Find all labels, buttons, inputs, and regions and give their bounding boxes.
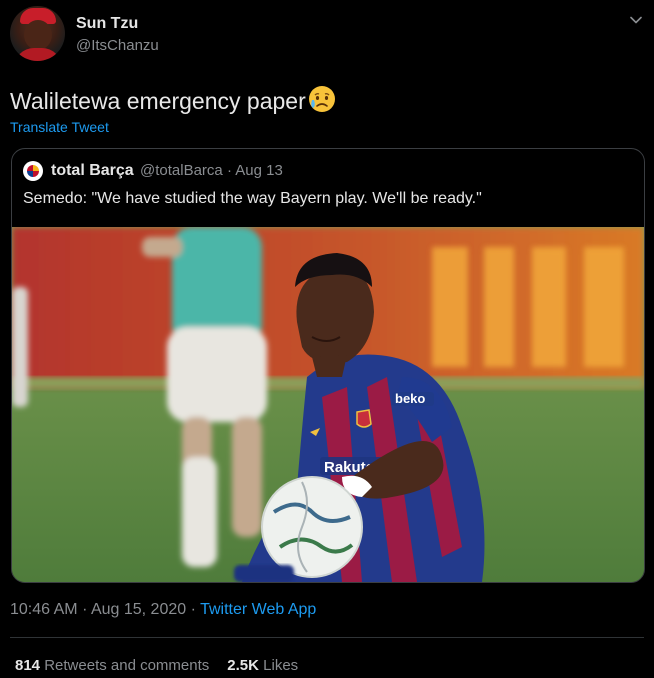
quoted-separator: · — [226, 162, 232, 179]
author-display-name[interactable]: Sun Tzu — [76, 15, 138, 33]
quoted-tweet-photo[interactable]: beko Rakute — [12, 227, 644, 582]
likes-count: 2.5K — [227, 657, 259, 674]
chevron-down-icon[interactable] — [630, 14, 642, 26]
quoted-date[interactable]: Aug 13 — [235, 162, 283, 179]
retweets-label: Retweets and comments — [44, 657, 210, 674]
tweet-source-app[interactable]: Twitter Web App — [200, 601, 316, 618]
total-barca-logo-icon[interactable] — [23, 161, 43, 181]
sad-but-relieved-face-emoji-icon — [308, 86, 335, 112]
avatar[interactable] — [10, 6, 65, 61]
quoted-tweet-text: Semedo: "We have studied the way Bayern … — [23, 190, 482, 207]
avatar-shirt — [14, 48, 62, 61]
timestamp-separator-1: · — [82, 601, 88, 618]
tweet-stats: 814 Retweets and comments 2.5K Likes — [15, 657, 298, 674]
svg-text:beko: beko — [395, 391, 425, 406]
quoted-author-handle: @totalBarca — [140, 162, 223, 179]
tweet-text-content: Waliletewa emergency paper — [10, 88, 306, 114]
retweets-count: 814 — [15, 657, 41, 674]
avatar-face — [24, 20, 52, 50]
quoted-tweet[interactable]: total Barça @totalBarca · Aug 13 Semedo:… — [11, 148, 645, 583]
likes-stat[interactable]: 2.5K Likes — [227, 657, 298, 674]
divider — [10, 637, 644, 638]
football-player-photo-icon: beko Rakute — [12, 227, 644, 582]
tweet-time[interactable]: 10:46 AM — [10, 601, 78, 618]
likes-label: Likes — [263, 657, 299, 674]
quoted-meta: @totalBarca · Aug 13 — [140, 162, 283, 179]
tweet-header: Sun Tzu @ItsChanzu — [10, 6, 644, 64]
author-handle[interactable]: @ItsChanzu — [76, 37, 159, 54]
tweet-date[interactable]: Aug 15, 2020 — [91, 601, 186, 618]
tweet-timestamp: 10:46 AM · Aug 15, 2020 · Twitter Web Ap… — [10, 601, 316, 619]
quoted-author-name[interactable]: total Barça — [51, 162, 134, 180]
retweets-stat[interactable]: 814 Retweets and comments — [15, 657, 209, 674]
translate-tweet-link[interactable]: Translate Tweet — [10, 119, 109, 135]
tweet-text: Waliletewa emergency paper — [10, 84, 337, 115]
timestamp-separator-2: · — [190, 601, 196, 618]
